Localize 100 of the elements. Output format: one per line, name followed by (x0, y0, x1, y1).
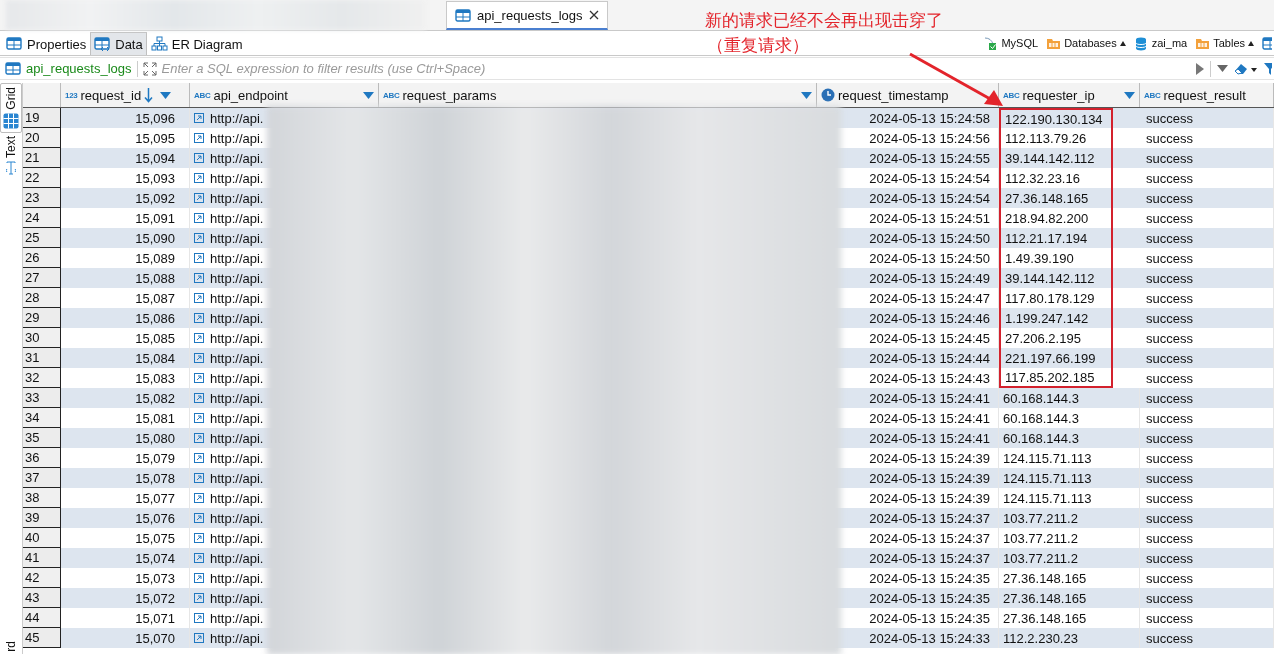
table-cell: http://api. (210, 550, 264, 566)
breadcrumb-link[interactable]: MySQL (1001, 37, 1039, 49)
link-icon[interactable] (194, 233, 204, 243)
row-number: 45 (23, 628, 61, 648)
table-cell: http://api. (210, 590, 264, 606)
filter-input[interactable]: Enter a SQL expression to filter results (use Ctrl+Space) (161, 61, 1191, 76)
row-number: 30 (23, 328, 61, 348)
table-cell: http://api. (210, 110, 264, 126)
link-icon[interactable] (194, 253, 204, 263)
row-number: 32 (23, 368, 61, 388)
table-cell: http://api. (210, 230, 264, 246)
table-icon (5, 61, 21, 76)
link-icon[interactable] (194, 593, 204, 603)
sort-descending-icon[interactable] (144, 87, 154, 103)
link-icon[interactable] (194, 173, 204, 183)
link-icon[interactable] (194, 333, 204, 343)
row-number: 34 (23, 408, 61, 428)
table-cell: http://api. (210, 370, 264, 386)
table-cell: 15,094 (61, 148, 190, 168)
table-cell: 15,076 (61, 508, 190, 528)
caret-down-icon[interactable] (1217, 65, 1228, 72)
link-icon[interactable] (194, 533, 204, 543)
link-icon[interactable] (194, 113, 204, 123)
link-icon[interactable] (194, 613, 204, 623)
table-cell: http://api. (210, 250, 264, 266)
table-cell: http://api. (210, 130, 264, 146)
link-icon[interactable] (194, 413, 204, 423)
eraser-icon[interactable] (1234, 61, 1258, 76)
filter-icon[interactable] (1264, 61, 1272, 76)
link-icon[interactable] (194, 633, 204, 643)
side-tab[interactable]: Text (1, 132, 21, 178)
table-cell: http://api. (210, 610, 264, 626)
table-cell: http://api. (210, 190, 264, 206)
link-icon[interactable] (194, 273, 204, 283)
table-cell: http://api. (210, 210, 264, 226)
breadcrumb-link[interactable]: zai_ma (1151, 37, 1188, 49)
link-icon[interactable] (194, 473, 204, 483)
link-icon[interactable] (194, 493, 204, 503)
table-cell: 103.77.211.2 (999, 548, 1140, 568)
table-cell: 112.21.17.194 (999, 228, 1113, 248)
hierarchy-icon (150, 36, 168, 52)
column-header[interactable]: ABC request_result (1140, 83, 1274, 107)
breadcrumb-link[interactable]: Databases (1064, 37, 1117, 49)
table-icon (6, 36, 23, 52)
view-tab[interactable]: ER Diagram (146, 32, 247, 55)
table-cell: 15,080 (61, 428, 190, 448)
caret-up-icon[interactable] (1248, 40, 1254, 46)
table-cell: 15,074 (61, 548, 190, 568)
table-cell: 15,088 (61, 268, 190, 288)
table-cell: http://api. (210, 530, 264, 546)
dropdown-icon[interactable] (801, 91, 812, 99)
dropdown-icon[interactable] (160, 91, 172, 99)
link-icon[interactable] (194, 153, 204, 163)
table-icon (1262, 35, 1272, 51)
link-icon[interactable] (194, 193, 204, 203)
link-icon[interactable] (194, 453, 204, 463)
view-tab[interactable]: Data (90, 32, 147, 55)
table-cell: 39.144.142.112 (999, 148, 1113, 168)
link-icon[interactable] (194, 393, 204, 403)
link-icon[interactable] (194, 513, 204, 523)
link-icon[interactable] (194, 313, 204, 323)
dropdown-icon[interactable] (1124, 91, 1135, 99)
table-cell: http://api. (210, 290, 264, 306)
dropdown-icon[interactable] (363, 91, 374, 99)
grid-icon (3, 112, 19, 129)
table-cell: success (1140, 548, 1274, 568)
caret-up-icon[interactable] (1119, 40, 1126, 46)
expand-icon[interactable] (142, 61, 157, 76)
editor-tab[interactable]: api_requests_logs (446, 1, 608, 30)
link-icon[interactable] (194, 373, 204, 383)
side-tab[interactable]: rd (1, 638, 21, 654)
column-header[interactable]: 123 request_id (61, 83, 190, 107)
link-icon[interactable] (194, 293, 204, 303)
row-number: 20 (23, 128, 61, 148)
link-icon[interactable] (194, 353, 204, 363)
row-number: 41 (23, 548, 61, 568)
annotation-text: （重复请求） (707, 34, 809, 56)
table-cell: success (1140, 188, 1274, 208)
connection-icon (983, 35, 999, 51)
table-cell: 124.115.71.113 (999, 468, 1140, 488)
link-icon[interactable] (194, 433, 204, 443)
table-cell: 27.36.148.165 (999, 188, 1113, 208)
table-cell: http://api. (210, 570, 264, 586)
link-icon[interactable] (194, 133, 204, 143)
link-icon[interactable] (194, 553, 204, 563)
table-cell: success (1140, 348, 1274, 368)
row-number: 28 (23, 288, 61, 308)
side-tab[interactable]: Grid (0, 83, 22, 133)
table-cell: http://api. (210, 410, 264, 426)
row-number: 42 (23, 568, 61, 588)
clock-icon (821, 88, 835, 102)
breadcrumb-link[interactable]: Tables (1213, 37, 1245, 49)
play-icon[interactable] (1196, 62, 1204, 75)
view-tab[interactable]: Properties (2, 32, 91, 55)
link-icon[interactable] (194, 573, 204, 583)
close-icon[interactable] (588, 10, 599, 20)
link-icon[interactable] (194, 213, 204, 223)
table-cell: 15,096 (61, 108, 190, 128)
table-cell: 221.197.66.199 (999, 348, 1113, 368)
table-cell: 15,078 (61, 468, 190, 488)
